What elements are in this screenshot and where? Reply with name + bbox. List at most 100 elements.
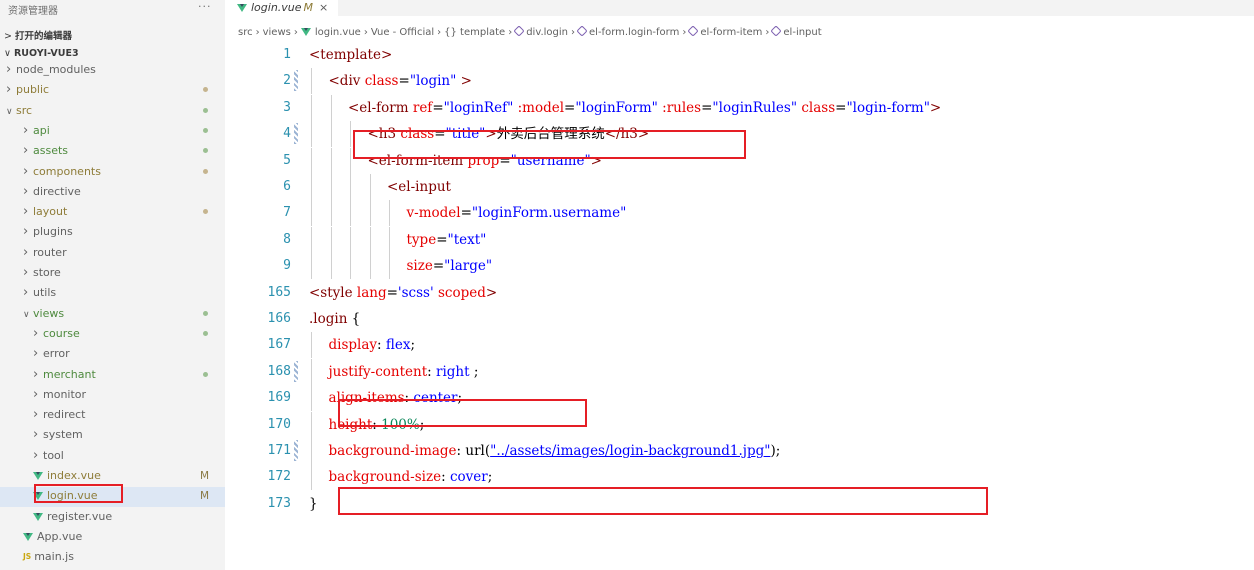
- modified-line-marker: [294, 360, 298, 382]
- git-status-dot: [203, 209, 208, 215]
- close-tab-icon[interactable]: ×: [319, 1, 328, 14]
- tree-item[interactable]: › api: [0, 122, 225, 142]
- code-line[interactable]: 166 .login {: [225, 306, 1254, 332]
- breadcrumb-item[interactable]: {} template: [444, 27, 505, 38]
- code-token: >: [456, 73, 472, 90]
- code-line[interactable]: 7 v-model="loginForm.username": [225, 200, 1254, 227]
- breadcrumb-item[interactable]: src: [238, 27, 253, 38]
- tree-item-label: layout: [33, 205, 68, 219]
- code-token: class: [801, 99, 836, 116]
- indent-guide: [311, 438, 312, 464]
- tree-item[interactable]: › monitor: [0, 386, 225, 406]
- indent-guide: [350, 226, 351, 253]
- git-status-dot: [203, 87, 208, 93]
- tree-item[interactable]: › error: [0, 345, 225, 365]
- breadcrumb-item[interactable]: el-form-item: [687, 25, 762, 38]
- vue-file-icon: [237, 4, 247, 12]
- indent-guide: [369, 200, 371, 227]
- code-text: .login {: [309, 306, 360, 332]
- line-number: 7: [283, 205, 291, 221]
- modified-line-marker: [294, 123, 298, 145]
- editor-tab-bar: login.vue M ×: [225, 0, 1254, 16]
- tree-item[interactable]: ∨ src: [0, 102, 225, 122]
- code-line[interactable]: 167 display: flex;: [225, 332, 1254, 359]
- tree-item[interactable]: › components: [0, 163, 225, 183]
- code-token: lang: [356, 284, 387, 301]
- modified-line-marker: [294, 70, 298, 92]
- code-token: <template>: [309, 47, 393, 63]
- git-status-dot: [203, 107, 208, 113]
- tree-item-label: App.vue: [37, 529, 83, 543]
- tree-item[interactable]: › router: [0, 244, 225, 264]
- tree-item-label: directive: [33, 184, 81, 198]
- code-line[interactable]: 165 <style lang='scss' scoped>: [225, 280, 1254, 306]
- breadcrumb-item[interactable]: el-input: [770, 25, 822, 38]
- chevron-right-icon: ›: [6, 82, 12, 98]
- tree-item[interactable]: JS main.js: [0, 548, 225, 568]
- breadcrumb-item[interactable]: el-form.login-form: [576, 25, 679, 38]
- indent-guide: [330, 121, 332, 148]
- tree-item-label: assets: [33, 144, 69, 158]
- element-icon: [576, 25, 588, 37]
- tree-item[interactable]: › system: [0, 426, 225, 446]
- tree-item[interactable]: › plugins: [0, 223, 225, 243]
- code-line[interactable]: 1 <template>: [225, 42, 1254, 68]
- tree-item[interactable]: › assets: [0, 142, 225, 162]
- code-line[interactable]: 168 justify-content: right ;: [225, 358, 1254, 385]
- vue-file-icon: [23, 532, 33, 541]
- tree-item-label: register.vue: [47, 509, 113, 523]
- line-number: 8: [283, 231, 291, 247]
- tree-item[interactable]: › node_modules: [0, 61, 225, 81]
- line-number: 168: [267, 363, 291, 379]
- code-line[interactable]: 2 <div class="login" >: [225, 68, 1254, 95]
- code-token: :: [377, 337, 386, 354]
- code-line[interactable]: 171 background-image: url("../assets/imag…: [225, 438, 1254, 464]
- tree-item[interactable]: › store: [0, 264, 225, 284]
- breadcrumb-separator: ›: [765, 27, 770, 38]
- breadcrumb-item[interactable]: login.vue: [300, 27, 361, 38]
- indent-guide: [330, 226, 332, 253]
- code-token: =: [436, 231, 448, 248]
- tree-item[interactable]: › course: [0, 325, 225, 345]
- line-number: 9: [283, 258, 291, 274]
- tree-item[interactable]: › redirect: [0, 406, 225, 426]
- tree-item[interactable]: ∨ views: [0, 305, 225, 325]
- code-line[interactable]: 9 size="large": [225, 253, 1254, 280]
- git-status-dot: [203, 310, 208, 316]
- tab-login-vue[interactable]: login.vue M ×: [225, 0, 339, 16]
- code-line[interactable]: 3 <el-form ref="loginRef" :model="loginFo…: [225, 94, 1254, 121]
- code-token: =: [386, 284, 398, 301]
- indent-guide: [330, 174, 332, 200]
- indent-guide: [311, 147, 312, 174]
- tree-item[interactable]: › layout: [0, 203, 225, 223]
- breadcrumb-item[interactable]: views: [263, 27, 291, 38]
- tree-item[interactable]: App.vue: [0, 528, 225, 548]
- code-line[interactable]: 6 <el-input: [225, 174, 1254, 200]
- tree-item[interactable]: › tool: [0, 447, 225, 467]
- more-actions-icon[interactable]: ···: [198, 0, 212, 13]
- chevron-down-icon: ∨: [6, 106, 13, 117]
- tree-item[interactable]: › directive: [0, 183, 225, 203]
- code-token: class: [364, 73, 399, 90]
- tree-item-label: index.vue: [47, 469, 101, 482]
- breadcrumb-label: el-input: [783, 27, 822, 38]
- tree-item-label: tool: [43, 448, 64, 462]
- code-token: "loginRules": [712, 99, 798, 116]
- open-editors-section[interactable]: > 打开的编辑器: [4, 28, 72, 42]
- project-section[interactable]: ∨ RUOYI-VUE3: [4, 48, 79, 59]
- line-number: 165: [267, 284, 291, 300]
- breadcrumb-item[interactable]: div.login: [513, 25, 568, 38]
- code-token: ref: [412, 99, 433, 116]
- tree-item[interactable]: register.vue: [0, 508, 225, 528]
- tree-item[interactable]: › public: [0, 81, 225, 101]
- indent-guide: [389, 253, 390, 280]
- indent-guide: [311, 68, 312, 95]
- tree-item[interactable]: › merchant: [0, 366, 225, 386]
- code-token: =: [432, 258, 445, 275]
- tree-item-label: components: [33, 164, 101, 178]
- code-token: :: [427, 363, 436, 380]
- code-text: <el-form ref="loginRef" :model="loginFor…: [348, 95, 941, 121]
- breadcrumb-item[interactable]: Vue - Official: [371, 27, 434, 38]
- code-line[interactable]: 8 type="text": [225, 226, 1254, 253]
- tree-item[interactable]: › utils: [0, 284, 225, 304]
